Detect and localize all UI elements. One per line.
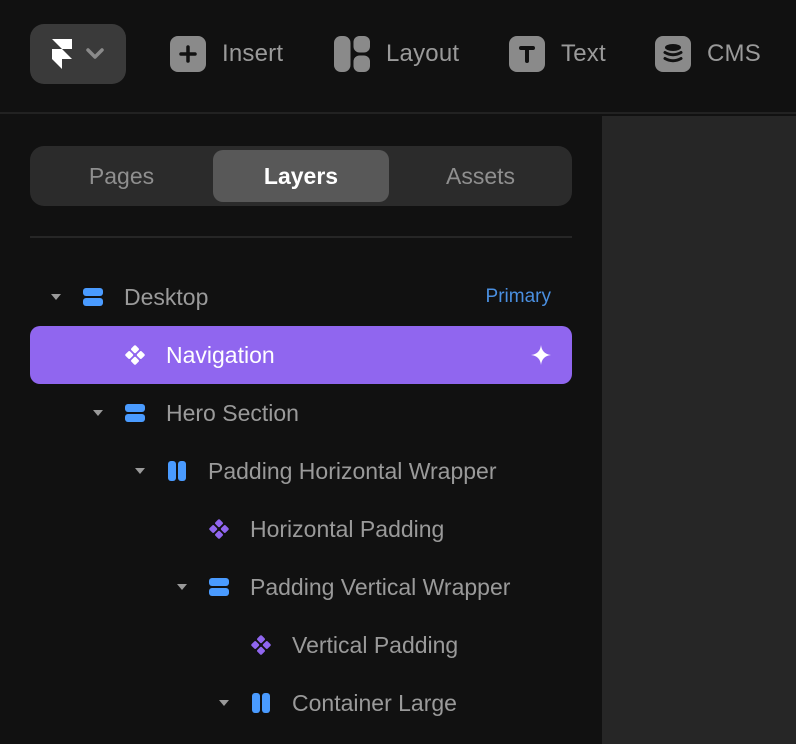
tab-assets[interactable]: Assets (393, 150, 568, 202)
layer-name: Desktop (124, 283, 209, 310)
expand-caret-icon[interactable] (50, 291, 62, 303)
layer-tree: Desktop Primary Navigation Hero Section Padd… (30, 268, 572, 732)
component-icon (209, 519, 229, 539)
tab-pages[interactable]: Pages (34, 150, 209, 202)
layer-name: Padding Vertical Wrapper (250, 573, 511, 600)
stack-vertical-icon (209, 577, 229, 597)
layer-row[interactable]: Navigation (30, 326, 572, 384)
layer-row[interactable]: Horizontal Padding (30, 500, 572, 558)
layer-row[interactable]: Hero Section (30, 384, 572, 442)
panel-tabs: Pages Layers Assets (30, 146, 572, 206)
text-label: Text (561, 40, 606, 67)
component-icon (125, 345, 145, 365)
stack-horizontal-icon (251, 693, 271, 713)
expand-caret-icon[interactable] (218, 697, 230, 709)
insert-button[interactable]: Insert (170, 35, 283, 73)
layer-row[interactable]: Padding Vertical Wrapper (30, 558, 572, 616)
text-button[interactable]: Text (509, 35, 606, 73)
layer-name: Navigation (166, 341, 275, 368)
stack-horizontal-icon (167, 461, 187, 481)
cms-label: CMS (707, 40, 761, 67)
database-icon (655, 36, 691, 72)
layer-row[interactable]: Desktop Primary (30, 268, 572, 326)
plus-icon (170, 36, 206, 72)
framer-logo-icon (52, 39, 72, 69)
layout-label: Layout (386, 40, 460, 67)
layer-name: Vertical Padding (292, 631, 459, 658)
text-t-icon (509, 36, 545, 72)
layer-name: Container Large (292, 689, 457, 716)
layer-row[interactable]: Padding Horizontal Wrapper (30, 442, 572, 500)
layer-name: Hero Section (166, 399, 299, 426)
stack-vertical-icon (83, 287, 103, 307)
expand-caret-icon[interactable] (176, 581, 188, 593)
insert-label: Insert (222, 40, 284, 67)
tab-layers[interactable]: Layers (213, 150, 389, 202)
layer-row[interactable]: Container Large (30, 674, 572, 732)
layer-row[interactable]: Vertical Padding (30, 616, 572, 674)
sparkle-icon[interactable] (530, 344, 552, 366)
project-menu-button[interactable] (30, 24, 126, 84)
layout-icon (334, 36, 370, 72)
layer-name: Padding Horizontal Wrapper (208, 457, 497, 484)
layer-name: Horizontal Padding (250, 515, 445, 542)
primary-badge: Primary (485, 286, 551, 307)
expand-caret-icon[interactable] (92, 407, 104, 419)
stack-vertical-icon (125, 403, 145, 423)
top-toolbar: Insert Layout Text CMS (0, 0, 796, 114)
panel-divider (30, 236, 572, 238)
component-icon (251, 635, 271, 655)
left-panel: Pages Layers Assets Desktop Primary Naviga… (0, 116, 602, 744)
cms-button[interactable]: CMS (655, 35, 761, 73)
layout-button[interactable]: Layout (334, 35, 459, 73)
expand-caret-icon[interactable] (134, 465, 146, 477)
chevron-down-icon (86, 48, 104, 60)
canvas-area[interactable] (602, 116, 796, 744)
